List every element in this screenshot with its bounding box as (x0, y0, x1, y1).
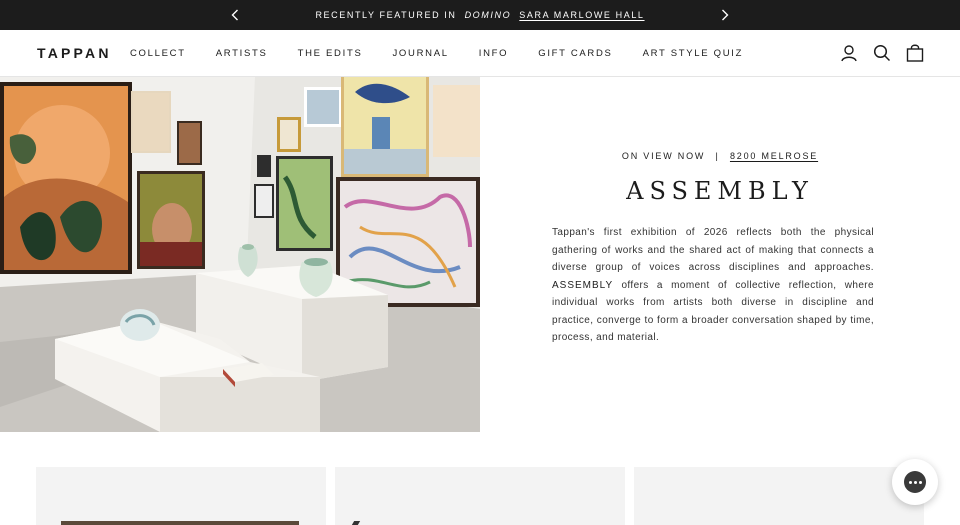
nav-the-edits[interactable]: The Edits (298, 48, 363, 59)
nav-artists[interactable]: Artists (216, 48, 268, 59)
nav-gift-cards[interactable]: Gift Cards (538, 48, 612, 59)
account-icon[interactable] (839, 43, 859, 63)
nav-collect[interactable]: Collect (130, 48, 186, 59)
nav-journal[interactable]: Journal (392, 48, 448, 59)
hero-image (0, 77, 480, 432)
announcement-prefix: Recently featured in (315, 10, 457, 20)
chevron-right-icon[interactable] (718, 8, 732, 22)
cart-icon[interactable] (905, 43, 925, 63)
artwork-frame (61, 521, 299, 525)
site-header: TAPPAN Collect Artists The Edits Journal… (0, 30, 960, 77)
eyebrow-label: On View Now (621, 151, 706, 161)
description-emphasis: ASSEMBLY (552, 279, 614, 291)
product-card[interactable] (36, 467, 326, 525)
location-link[interactable]: 8200 Melrose (730, 151, 818, 161)
exhibition-description: Tappan's first exhibition of 2026 reflec… (552, 224, 874, 347)
logo[interactable]: TAPPAN (37, 45, 112, 61)
announcement-bar: Recently featured in Domino Sara Marlowe… (0, 0, 960, 30)
artwork-thumbnail (351, 521, 361, 525)
nav-info[interactable]: Info (479, 48, 509, 59)
exhibition-title: ASSEMBLY (626, 177, 814, 205)
announcement-link[interactable]: Sara Marlowe Hall (519, 10, 644, 20)
product-card[interactable] (335, 467, 625, 525)
search-icon[interactable] (872, 43, 892, 63)
hero-text-panel: On View Now | 8200 Melrose ASSEMBLY Tapp… (480, 77, 960, 432)
announcement-publication: Domino (464, 10, 512, 20)
chevron-left-icon[interactable] (228, 8, 242, 22)
main-nav: Collect Artists The Edits Journal Info G… (130, 48, 773, 59)
announcement-message: Recently featured in Domino Sara Marlowe… (315, 10, 644, 20)
chat-button[interactable] (892, 459, 938, 505)
product-card[interactable] (634, 467, 924, 525)
description-part-1: Tappan's first exhibition of 2026 reflec… (552, 227, 874, 273)
nav-art-style-quiz[interactable]: Art Style Quiz (643, 48, 744, 59)
eyebrow: On View Now | 8200 Melrose (480, 151, 960, 161)
chat-icon (904, 471, 926, 493)
eyebrow-separator: | (715, 151, 720, 161)
